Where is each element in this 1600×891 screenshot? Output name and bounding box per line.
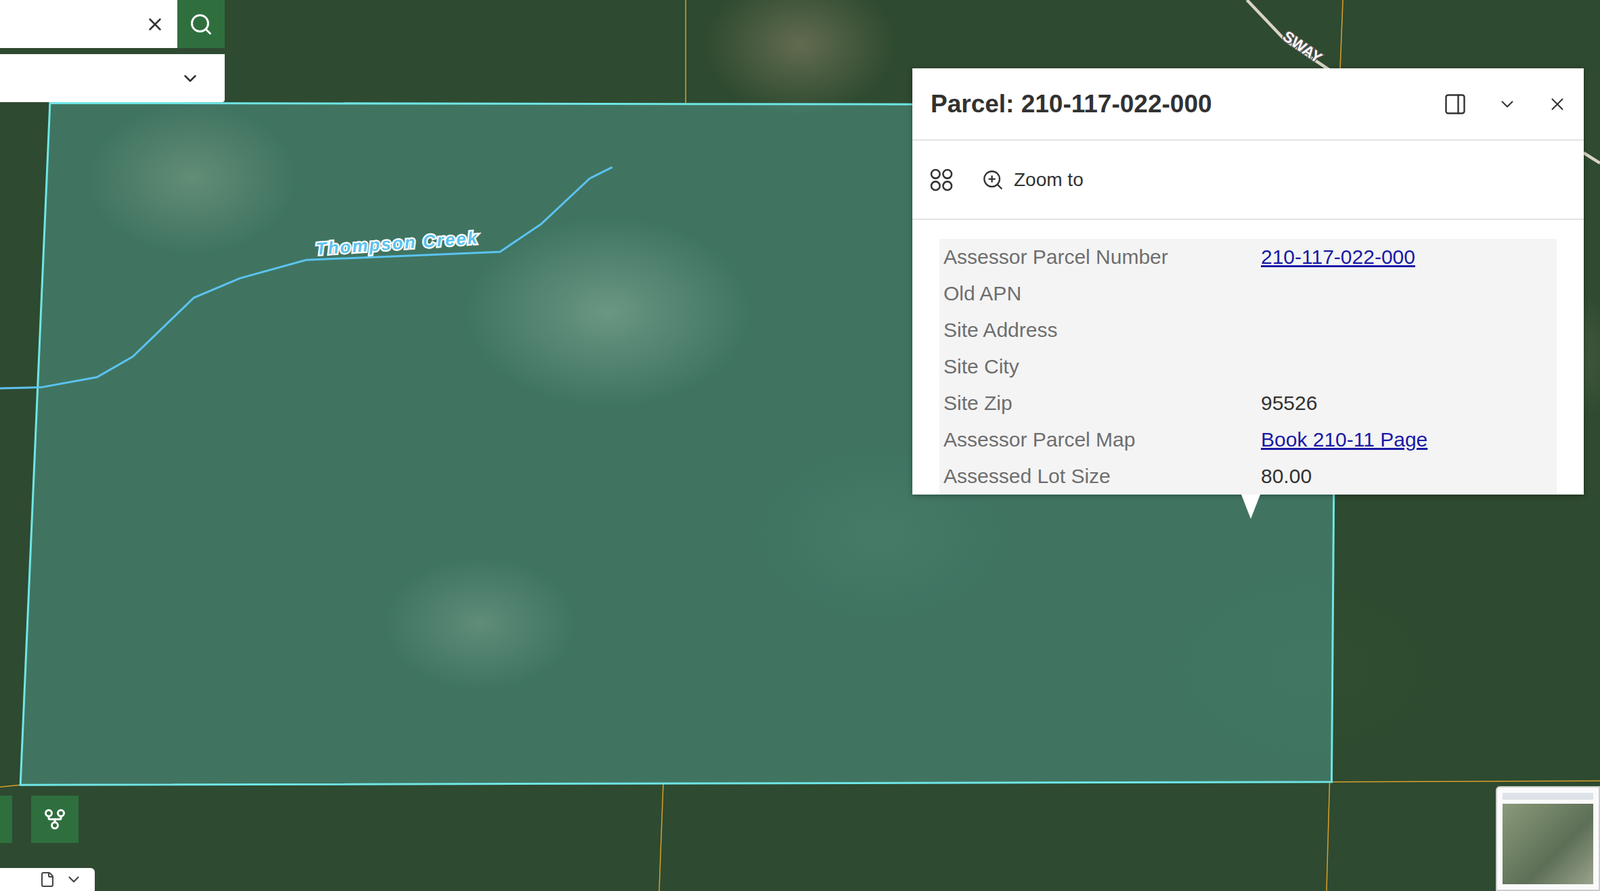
attribute-label: Site City	[943, 355, 1261, 379]
fork-icon	[42, 807, 68, 832]
overview-map[interactable]	[1495, 786, 1600, 891]
attribute-row: Site City	[939, 348, 1557, 386]
popup-toolbar: Zoom to	[912, 140, 1584, 220]
page-icon[interactable]	[39, 871, 56, 888]
search-row	[0, 0, 225, 49]
zoom-to-button[interactable]: Zoom to	[981, 168, 1084, 192]
clear-icon[interactable]	[144, 14, 166, 35]
chevron-down-icon[interactable]	[64, 871, 83, 889]
popup-title: Parcel: 210-117-022-000	[930, 90, 1213, 119]
attribute-label: Assessor Parcel Number	[943, 245, 1261, 269]
attribute-link[interactable]: 210-117-022-000	[1260, 245, 1557, 269]
popup-actions	[1442, 92, 1568, 117]
search-button[interactable]	[177, 0, 225, 49]
section-line	[1326, 783, 1330, 891]
search-panel	[0, 0, 225, 103]
attribute-row: Assessed Lot Size80.00	[939, 458, 1557, 495]
creek	[0, 167, 613, 389]
attribute-row: Old APN	[939, 275, 1557, 313]
map[interactable]: Thompson CreekSWAYParcel: 210-117-022-00…	[0, 0, 1600, 891]
section-line	[659, 783, 664, 891]
collapse-icon[interactable]	[1497, 94, 1518, 115]
section-line	[1331, 781, 1600, 783]
road-label: SWAY	[1279, 27, 1326, 67]
dock-icon[interactable]	[1442, 92, 1468, 117]
layer-select[interactable]	[0, 54, 225, 103]
attribute-value: 80.00	[1260, 464, 1557, 488]
overview-image	[1502, 804, 1594, 885]
chevron-down-icon	[180, 68, 201, 89]
attribute-row: Assessor Parcel Number210-117-022-000	[939, 238, 1557, 276]
attribute-table: Assessor Parcel Number210-117-022-000 Old…	[939, 238, 1557, 495]
options-icon[interactable]	[928, 167, 955, 193]
attribute-value: 95526	[1260, 391, 1557, 415]
overview-bar	[1502, 793, 1594, 800]
attribute-row: Site Zip95526	[939, 385, 1557, 422]
attribute-label: Site Zip	[943, 391, 1261, 415]
popup-pointer	[1241, 494, 1261, 520]
attribute-row: Assessor Parcel MapBook 210-11 Page	[939, 421, 1557, 459]
attribute-label: Old APN	[943, 282, 1261, 306]
edge-tab[interactable]	[0, 795, 13, 844]
road	[1583, 152, 1600, 164]
search-input[interactable]	[0, 0, 178, 49]
tool-button[interactable]	[31, 795, 79, 844]
attribute-row: Site Address	[939, 312, 1557, 349]
attribute-link[interactable]: Book 210-11 Page	[1260, 428, 1557, 452]
bottom-bar	[0, 868, 95, 891]
parcel-popup: Parcel: 210-117-022-000 Zoom to Assessor P…	[912, 68, 1584, 495]
popup-header: Parcel: 210-117-022-000	[912, 68, 1584, 141]
zoom-icon	[981, 168, 1005, 192]
attribute-label: Site Address	[943, 318, 1261, 342]
section-line	[684, 0, 687, 103]
attribute-label: Assessed Lot Size	[943, 464, 1261, 488]
creek-label: Thompson Creek	[315, 228, 480, 259]
close-icon[interactable]	[1547, 94, 1568, 115]
search-icon	[188, 12, 214, 37]
section-line	[0, 785, 21, 788]
attribute-label: Assessor Parcel Map	[943, 428, 1261, 452]
